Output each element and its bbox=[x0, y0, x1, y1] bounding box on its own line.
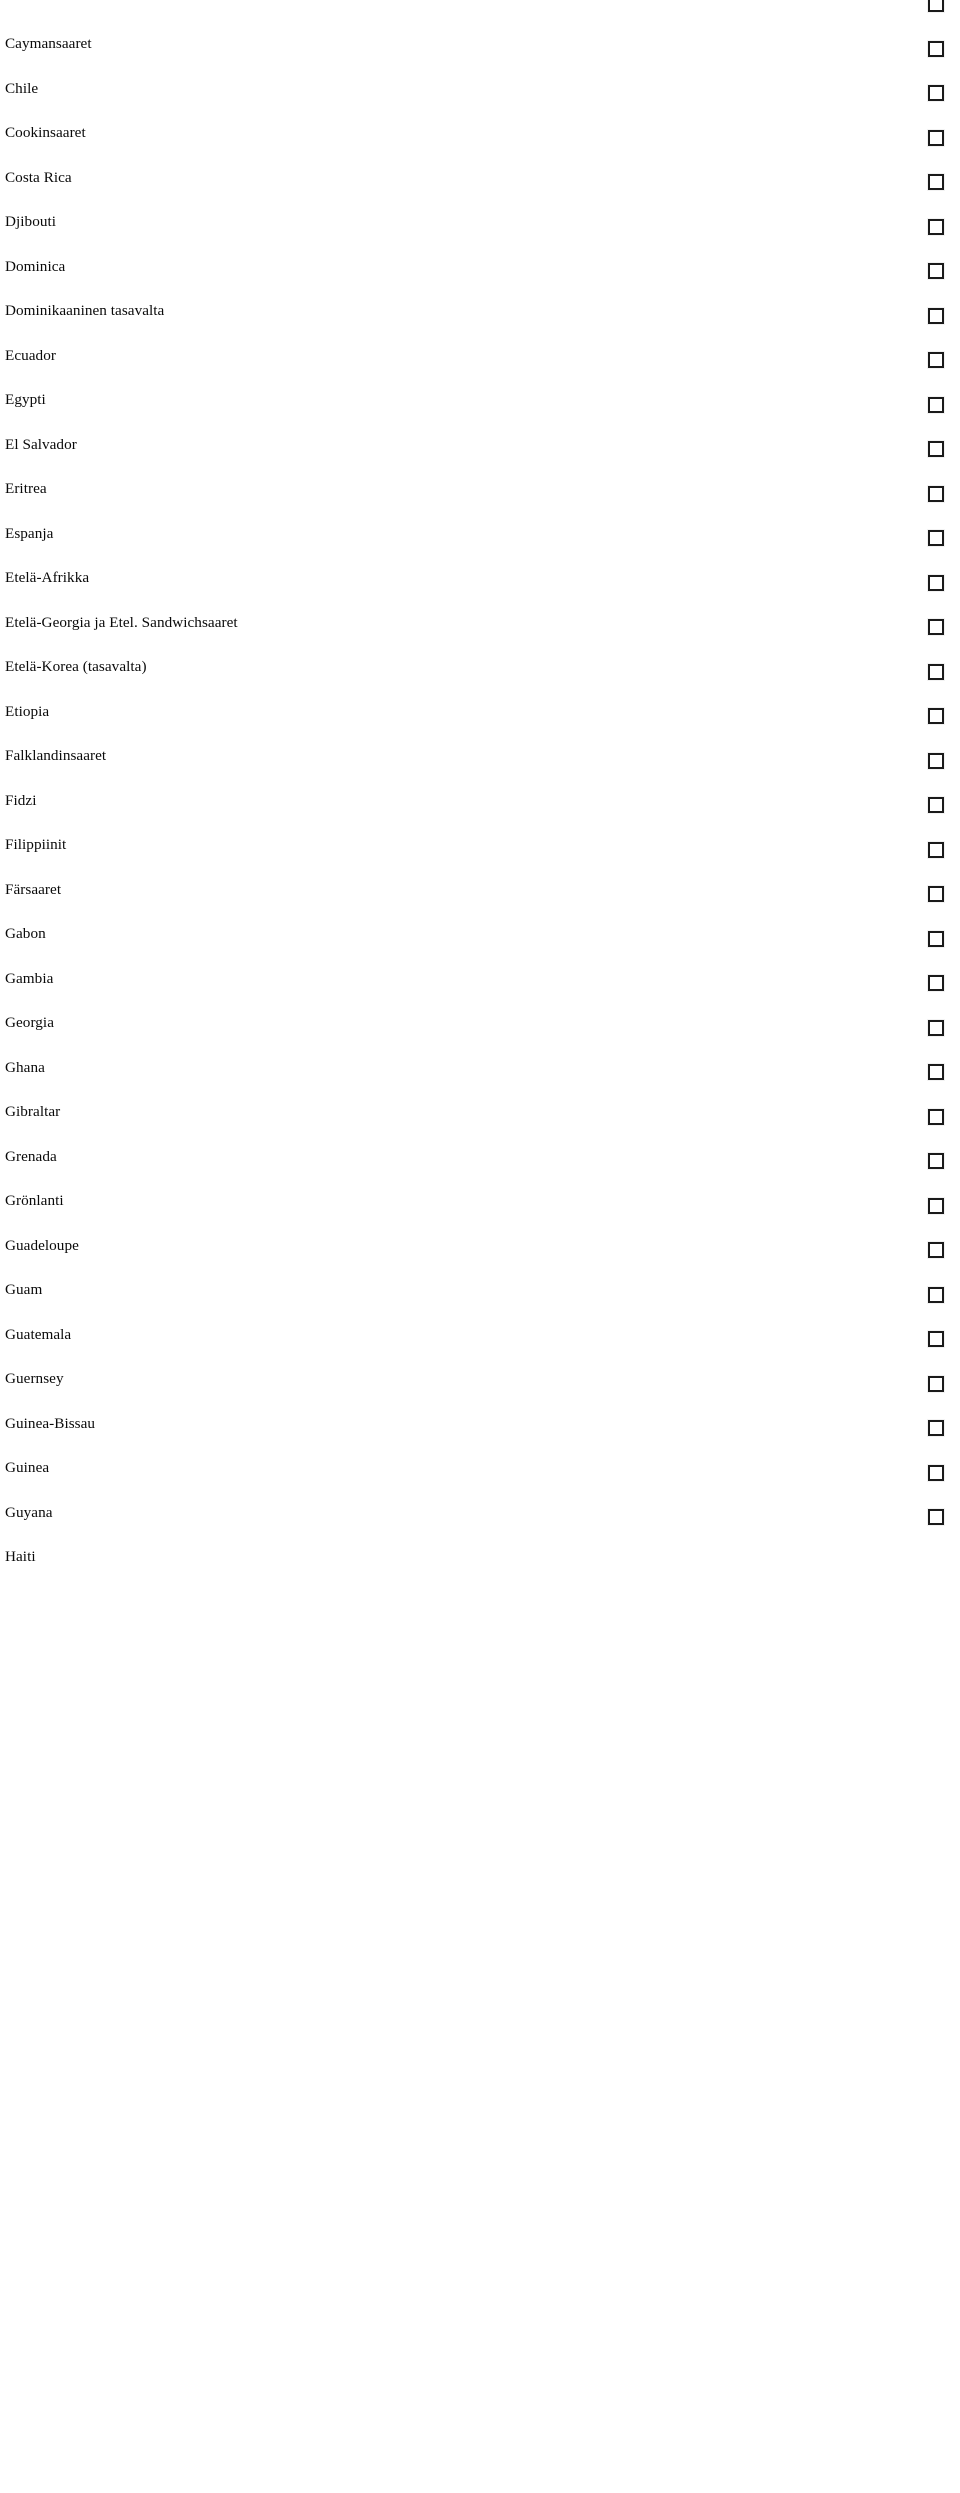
country-checkbox[interactable] bbox=[927, 1241, 946, 1260]
country-checkbox[interactable] bbox=[927, 1107, 946, 1127]
country-checkbox[interactable] bbox=[927, 484, 946, 504]
checkbox-icon[interactable] bbox=[927, 1285, 945, 1304]
checkbox-icon[interactable] bbox=[927, 1419, 945, 1437]
country-checkbox[interactable] bbox=[927, 796, 946, 815]
checkbox-icon[interactable] bbox=[927, 1241, 945, 1259]
country-checkbox[interactable] bbox=[927, 1508, 946, 1527]
checkbox-icon[interactable] bbox=[927, 395, 945, 414]
checkbox-icon[interactable] bbox=[927, 440, 945, 458]
country-checkbox[interactable] bbox=[927, 217, 946, 237]
country-checkbox[interactable] bbox=[927, 618, 946, 637]
checkbox-icon[interactable] bbox=[927, 974, 945, 992]
country-checkbox[interactable] bbox=[927, 84, 946, 103]
country-checkbox[interactable] bbox=[927, 1196, 946, 1216]
country-checkbox[interactable] bbox=[927, 885, 946, 904]
country-checkbox[interactable] bbox=[927, 1285, 946, 1305]
country-checkbox[interactable] bbox=[927, 440, 946, 459]
checkbox-icon[interactable] bbox=[927, 217, 945, 236]
country-checkbox[interactable] bbox=[927, 306, 946, 326]
country-checkbox[interactable] bbox=[927, 351, 946, 370]
country-checkbox[interactable] bbox=[927, 929, 946, 949]
country-checkbox[interactable] bbox=[927, 1018, 946, 1038]
checkbox-icon[interactable] bbox=[927, 306, 945, 325]
checkbox-icon[interactable] bbox=[927, 573, 945, 592]
checkbox-icon[interactable] bbox=[927, 885, 945, 903]
country-checkbox[interactable] bbox=[927, 573, 946, 593]
checkbox-icon[interactable] bbox=[927, 796, 945, 814]
country-checkbox[interactable] bbox=[927, 662, 946, 682]
country-checkbox[interactable] bbox=[927, 1419, 946, 1438]
checkbox-icon[interactable] bbox=[927, 1018, 945, 1037]
country-checkbox[interactable] bbox=[927, 1063, 946, 1082]
checkbox-icon[interactable] bbox=[927, 484, 945, 503]
checkbox-icon[interactable] bbox=[927, 662, 945, 681]
checkbox-icon[interactable] bbox=[927, 128, 945, 147]
checkbox-icon[interactable] bbox=[927, 1196, 945, 1215]
country-checkbox[interactable] bbox=[927, 1374, 946, 1394]
checkbox-icon[interactable] bbox=[927, 39, 945, 58]
country-checkbox[interactable] bbox=[927, 395, 946, 415]
checkbox-icon[interactable] bbox=[927, 840, 945, 859]
country-checkbox[interactable] bbox=[927, 1152, 946, 1171]
country-checkbox[interactable] bbox=[927, 173, 946, 192]
country-checkbox[interactable] bbox=[927, 0, 946, 14]
country-checkbox[interactable] bbox=[927, 1463, 946, 1483]
checkbox-icon[interactable] bbox=[927, 707, 945, 725]
checkbox-icon[interactable] bbox=[927, 1152, 945, 1170]
country-selection-page: Caymansaaret Chile Cookinsaaret Costa Rica D… bbox=[0, 0, 960, 2493]
checkbox-icon[interactable] bbox=[927, 1330, 945, 1348]
checkbox-icon[interactable] bbox=[927, 1063, 945, 1081]
checkbox-icon[interactable] bbox=[927, 0, 945, 13]
checkbox-icon[interactable] bbox=[927, 1374, 945, 1393]
checkbox-icon[interactable] bbox=[927, 618, 945, 636]
country-checkbox[interactable] bbox=[927, 840, 946, 860]
checkbox-icon[interactable] bbox=[927, 1508, 945, 1526]
checkbox-icon[interactable] bbox=[927, 262, 945, 280]
country-checkbox[interactable] bbox=[927, 39, 946, 59]
checkbox-icon[interactable] bbox=[927, 84, 945, 102]
checkbox-icon[interactable] bbox=[927, 1107, 945, 1126]
country-checkbox[interactable] bbox=[927, 128, 946, 148]
country-checkbox[interactable] bbox=[927, 1330, 946, 1349]
country-checkbox-column bbox=[0, 0, 960, 2493]
checkbox-icon[interactable] bbox=[927, 529, 945, 547]
country-checkbox[interactable] bbox=[927, 974, 946, 993]
country-checkbox[interactable] bbox=[927, 707, 946, 726]
checkbox-icon[interactable] bbox=[927, 751, 945, 770]
country-checkbox[interactable] bbox=[927, 751, 946, 771]
checkbox-icon[interactable] bbox=[927, 929, 945, 948]
checkbox-icon[interactable] bbox=[927, 173, 945, 191]
checkbox-icon[interactable] bbox=[927, 1463, 945, 1482]
country-checkbox[interactable] bbox=[927, 262, 946, 281]
country-checkbox[interactable] bbox=[927, 529, 946, 548]
checkbox-icon[interactable] bbox=[927, 351, 945, 369]
